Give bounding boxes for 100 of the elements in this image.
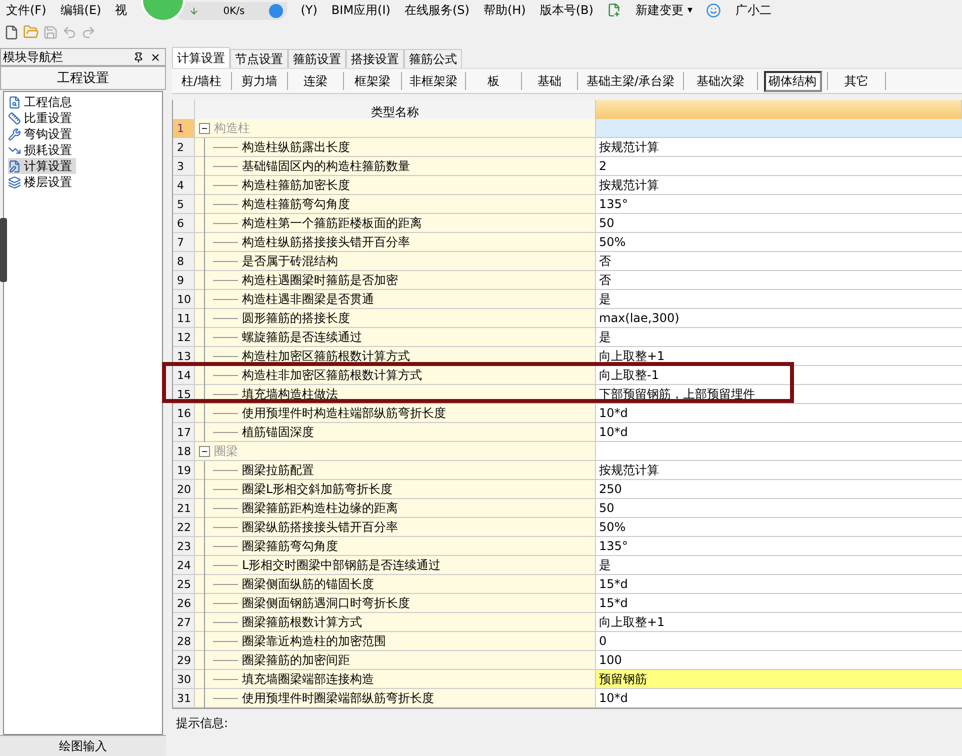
value-cell[interactable]: 10*d [596, 423, 962, 442]
value-cell[interactable]: 135° [596, 195, 962, 214]
row-number: 6 [173, 214, 195, 233]
value-cell[interactable]: 向上取整+1 [596, 613, 962, 632]
subtab[interactable]: 框架梁 [350, 70, 396, 92]
row-number: 10 [173, 290, 195, 309]
setting-name: 构造柱遇圈梁时箍筋是否加密 [242, 272, 398, 288]
row-number: 11 [173, 309, 195, 328]
pencil-icon [8, 160, 21, 172]
setting-name: 圆形箍筋的搭接长度 [242, 310, 350, 326]
setting-name: 构造柱加密区箍筋根数计算方式 [242, 348, 410, 364]
menu-item[interactable]: (Y) [300, 3, 318, 17]
redo-icon[interactable] [81, 24, 96, 40]
subtab[interactable]: 剪力墙 [236, 70, 282, 92]
value-cell[interactable]: 100 [596, 651, 962, 670]
row-number: 23 [173, 537, 195, 556]
caret-icon[interactable]: ▾ [687, 4, 692, 16]
setting-name: 圈梁侧面纵筋的锚固长度 [242, 576, 374, 592]
setting-name: 构造柱箍筋弯勾角度 [242, 196, 350, 212]
nav-item[interactable]: 比重设置 [8, 110, 76, 126]
row-number: 28 [173, 632, 195, 651]
nav-item[interactable]: 工程信息 [8, 94, 76, 110]
value-cell[interactable]: 预留钢筋 [596, 670, 962, 689]
tab[interactable]: 箍筋设置 [288, 49, 346, 68]
subtab[interactable]: 其它 [840, 70, 874, 92]
close-icon[interactable] [150, 52, 161, 62]
menu-item[interactable]: 版本号(B) [540, 2, 594, 18]
tab[interactable]: 搭接设置 [346, 49, 404, 68]
value-cell[interactable]: 250 [596, 480, 962, 499]
smiley-icon[interactable] [706, 2, 722, 18]
value-cell[interactable]: 按规范计算 [596, 138, 962, 157]
value-cell[interactable]: 50 [596, 499, 962, 518]
setting-name: 圈梁箍筋距构造柱边缘的距离 [242, 500, 398, 516]
subtab[interactable]: 基础次梁 [692, 70, 750, 92]
nav-item[interactable]: 弯钩设置 [8, 126, 76, 142]
menu-item[interactable]: 文件(F) [6, 2, 46, 18]
subtab[interactable]: 基础主梁/承台梁 [581, 70, 680, 92]
value-cell[interactable]: 是 [596, 290, 962, 309]
value-cell[interactable]: 50% [596, 233, 962, 252]
tab[interactable]: 计算设置 [172, 47, 230, 68]
value-cell[interactable]: 10*d [596, 404, 962, 423]
value-cell[interactable]: 10*d [596, 689, 962, 708]
setting-name: L形相交时圈梁中部钢筋是否连续通过 [242, 556, 441, 574]
value-cell[interactable]: 15*d [596, 575, 962, 594]
subtab[interactable]: 非框架梁 [404, 70, 462, 92]
subtab[interactable]: 基础 [532, 70, 566, 92]
undo-icon[interactable] [62, 24, 77, 40]
value-cell[interactable]: 0 [596, 632, 962, 651]
menu-item[interactable]: 在线服务(S) [404, 2, 470, 18]
pin-icon[interactable] [133, 52, 144, 62]
value-cell[interactable] [596, 119, 962, 138]
value-cell[interactable]: 否 [596, 252, 962, 271]
value-cell[interactable] [596, 442, 962, 461]
subtab[interactable]: 柱/墙柱 [176, 70, 227, 92]
value-cell[interactable]: 2 [596, 157, 962, 176]
value-cell[interactable]: 向上取整-1 [596, 366, 962, 385]
row-number: 20 [173, 480, 195, 499]
footer-button[interactable]: 绘图输入 [0, 735, 166, 756]
nav-item[interactable]: 损耗设置 [8, 142, 76, 158]
save-icon[interactable] [43, 24, 58, 40]
setting-name: 基础锚固区内的构造柱箍筋数量 [242, 158, 410, 174]
subtab[interactable]: 板 [482, 70, 504, 92]
new-change-menu[interactable]: 新建变更 [635, 2, 684, 18]
collapse-icon[interactable] [199, 122, 210, 134]
value-cell[interactable]: 是 [596, 556, 962, 575]
nav-item[interactable]: 计算设置 [8, 158, 76, 174]
row-number: 1 [173, 119, 195, 138]
subtab[interactable]: 连梁 [298, 70, 332, 92]
section-button[interactable]: 工程设置 [0, 66, 166, 90]
setting-name: 圈梁靠近构造柱的加密范围 [242, 632, 386, 650]
value-cell[interactable]: 50 [596, 214, 962, 233]
collapse-icon[interactable] [199, 446, 210, 456]
setting-name: 构造柱非加密区箍筋根数计算方式 [242, 366, 422, 384]
new-file-icon[interactable] [607, 3, 622, 17]
tab[interactable]: 箍筋公式 [404, 49, 462, 68]
menu-item[interactable]: BIM应用(I) [331, 2, 390, 18]
assistant-link[interactable]: 广小二 [735, 2, 772, 18]
tab[interactable]: 节点设置 [230, 49, 288, 68]
scroll-grip[interactable] [0, 218, 7, 282]
panel-title: 模块导航栏 [3, 48, 63, 66]
value-cell[interactable]: 按规范计算 [596, 176, 962, 195]
menu-item[interactable]: 编辑(E) [60, 2, 102, 18]
magnifier-icon [8, 96, 21, 108]
row-number: 19 [173, 461, 195, 480]
value-cell[interactable]: 按规范计算 [596, 461, 962, 480]
value-cell[interactable]: 否 [596, 271, 962, 290]
value-cell[interactable]: 135° [596, 537, 962, 556]
value-cell[interactable]: 50% [596, 518, 962, 537]
new-file-icon[interactable] [4, 24, 19, 40]
setting-name: 螺旋箍筋是否连续通过 [242, 328, 362, 346]
setting-name: 填充墙构造柱做法 [242, 386, 338, 402]
subtab[interactable]: 砌体结构 [764, 70, 822, 92]
setting-name: 圈梁L形相交斜加筋弯折长度 [242, 480, 393, 498]
row-number: 27 [173, 613, 195, 632]
value-cell[interactable]: max(lae,300) [596, 309, 962, 328]
nav-item[interactable]: 楼层设置 [8, 174, 76, 190]
value-cell[interactable]: 15*d [596, 594, 962, 613]
menu-item[interactable]: 帮助(H) [483, 2, 526, 18]
menu-item[interactable]: 视 [115, 2, 128, 18]
value-cell[interactable]: 是 [596, 328, 962, 347]
